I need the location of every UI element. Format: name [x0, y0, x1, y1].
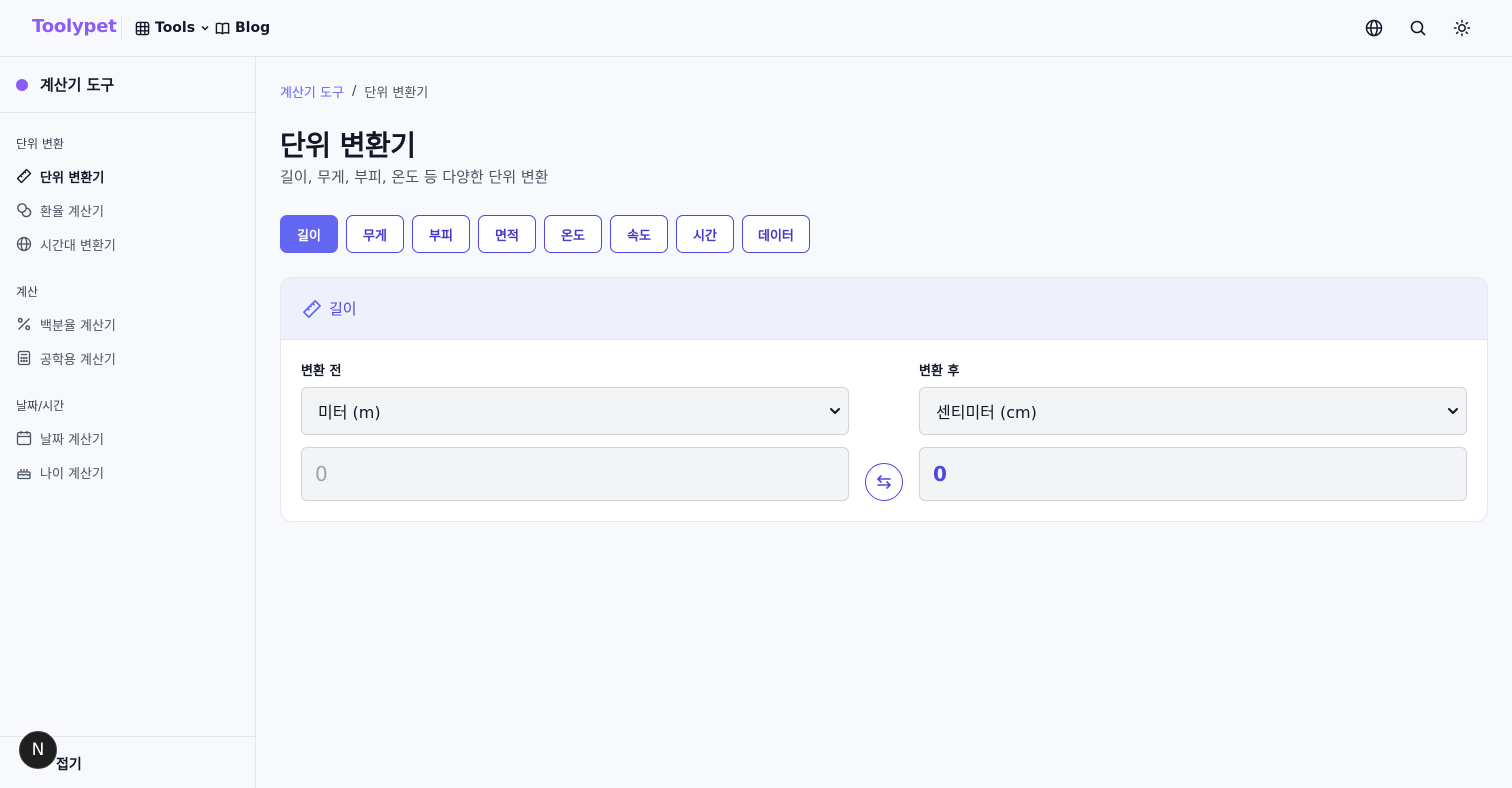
tab-data[interactable]: 데이터 — [742, 215, 810, 253]
blog-link[interactable]: Blog — [215, 18, 270, 38]
sidebar-item-label: 백분율 계산기 — [40, 318, 116, 334]
divider — [121, 16, 122, 40]
from-unit-value: 미터 (m) — [318, 403, 381, 422]
page-subtitle: 길이, 무게, 부피, 온도 등 다양한 단위 변환 — [280, 168, 549, 186]
blog-label: Blog — [235, 20, 271, 36]
cake-icon — [16, 464, 32, 480]
sidebar-item-label: 환율 계산기 — [40, 204, 104, 220]
to-label: 변환 후 — [919, 364, 960, 379]
section-label-calc: 계산 — [16, 285, 39, 299]
breadcrumb: 계산기 도구 / 단위 변환기 — [280, 82, 428, 101]
section-label-date: 날짜/시간 — [16, 399, 65, 413]
coins-icon — [16, 202, 32, 218]
sun-icon[interactable] — [1452, 18, 1472, 38]
sidebar-item-percent[interactable]: 백분율 계산기 — [16, 313, 116, 335]
sidebar-item-label: 날짜 계산기 — [40, 432, 104, 448]
sidebar-item-label: 단위 변환기 — [40, 170, 105, 186]
tab-weight[interactable]: 무게 — [346, 215, 404, 253]
chevron-down-icon — [828, 404, 842, 418]
sidebar-item-scientific[interactable]: 공학용 계산기 — [16, 347, 116, 369]
category-dot — [16, 79, 28, 91]
nextjs-devtools-badge[interactable]: N — [19, 731, 57, 769]
calculator-icon — [16, 350, 32, 366]
sidebar-item-unit-converter[interactable]: 단위 변환기 — [16, 165, 104, 187]
book-icon — [215, 21, 230, 36]
from-unit-select[interactable]: 미터 (m) — [301, 387, 849, 435]
sidebar-item-label: 나이 계산기 — [40, 466, 104, 482]
percent-icon — [16, 316, 32, 332]
swap-units-button[interactable] — [865, 463, 903, 501]
swap-arrows-icon — [875, 473, 893, 491]
tab-length[interactable]: 길이 — [280, 215, 338, 253]
sidebar-item-currency[interactable]: 환율 계산기 — [16, 199, 104, 221]
chevron-down-icon — [200, 23, 210, 33]
tools-menu-button[interactable]: Tools — [135, 18, 210, 38]
grid-icon — [135, 21, 150, 36]
globe-icon[interactable] — [1364, 18, 1384, 38]
globe-icon — [16, 236, 32, 252]
ruler-icon — [16, 168, 32, 184]
tab-area[interactable]: 면적 — [478, 215, 536, 253]
sidebar-item-date-calc[interactable]: 날짜 계산기 — [16, 427, 104, 449]
ruler-icon — [302, 299, 322, 319]
section-label-unit: 단위 변환 — [16, 137, 64, 151]
sidebar-item-age-calc[interactable]: 나이 계산기 — [16, 461, 104, 483]
calendar-icon — [16, 430, 32, 446]
breadcrumb-separator: / — [351, 84, 357, 99]
sidebar-item-timezone[interactable]: 시간대 변환기 — [16, 233, 116, 255]
sidebar-item-label: 공학용 계산기 — [40, 352, 116, 368]
breadcrumb-link-calculators[interactable]: 계산기 도구 — [280, 82, 344, 101]
breadcrumb-current: 단위 변환기 — [364, 86, 429, 101]
converter-card: 길이 변환 전 변환 후 미터 (m) 센티미터 (cm) 0 0 — [280, 277, 1488, 522]
page-title: 단위 변환기 — [280, 129, 416, 162]
chevron-down-icon — [1446, 404, 1460, 418]
sidebar: 계산기 도구 단위 변환 단위 변환기 환율 계산기 시간대 변환기 계산 백분… — [0, 57, 256, 788]
to-unit-select[interactable]: 센티미터 (cm) — [919, 387, 1467, 435]
sidebar-item-label: 시간대 변환기 — [40, 238, 116, 254]
brand-logo[interactable]: Toolypet — [32, 16, 117, 37]
tab-speed[interactable]: 속도 — [610, 215, 668, 253]
tab-temperature[interactable]: 온도 — [544, 215, 602, 253]
from-value-input[interactable]: 0 — [301, 447, 849, 501]
sidebar-header: 계산기 도구 — [0, 57, 255, 113]
unit-category-tabs: 길이 무게 부피 면적 온도 속도 시간 데이터 — [280, 215, 810, 253]
converter-card-title: 길이 — [329, 300, 357, 318]
tab-time[interactable]: 시간 — [676, 215, 734, 253]
search-icon[interactable] — [1408, 18, 1428, 38]
from-label: 변환 전 — [301, 364, 342, 379]
sidebar-title[interactable]: 계산기 도구 — [40, 74, 114, 95]
tools-label: Tools — [155, 20, 196, 36]
tab-volume[interactable]: 부피 — [412, 215, 470, 253]
converter-card-header: 길이 — [281, 278, 1487, 340]
to-unit-value: 센티미터 (cm) — [936, 403, 1037, 422]
top-navbar: Toolypet Tools Blog — [0, 0, 1512, 57]
collapse-sidebar-button[interactable]: 접기 — [56, 754, 82, 774]
to-value-output[interactable]: 0 — [919, 447, 1467, 501]
